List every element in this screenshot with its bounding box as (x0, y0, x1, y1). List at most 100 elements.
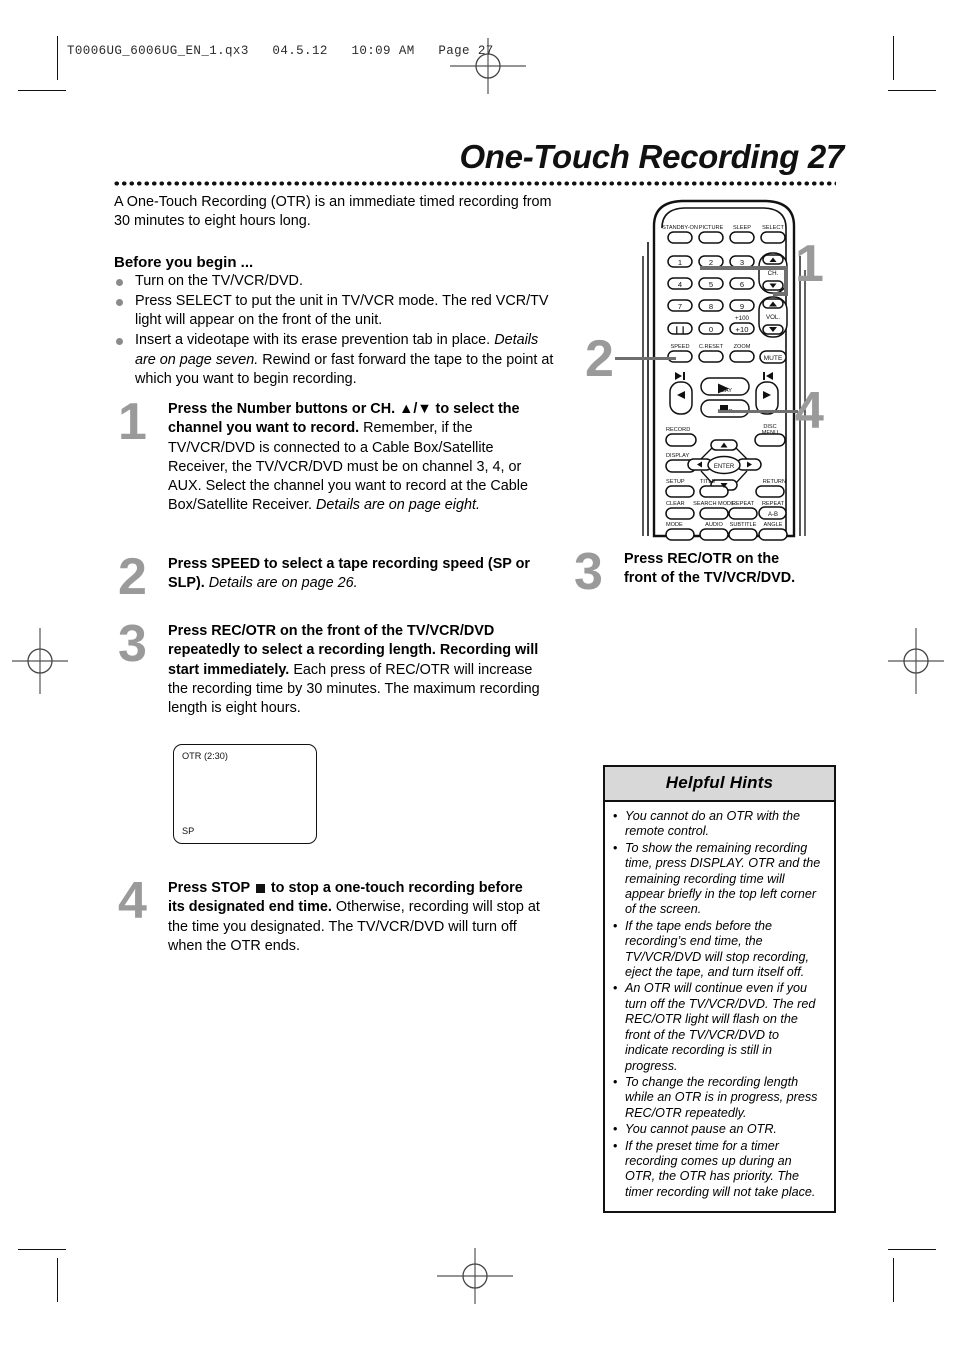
bullet-icon: • (613, 840, 618, 855)
svg-text:MUTE: MUTE (764, 355, 783, 362)
list-item-text: You cannot do an OTR with the remote con… (625, 809, 801, 839)
step-body2-italic: Details are on page eight. (315, 497, 480, 514)
list-item: • You cannot pause an OTR. (612, 1122, 825, 1137)
svg-text:A-B: A-B (768, 512, 778, 518)
svg-text:TITLE: TITLE (700, 479, 715, 485)
step-text: Press the Number buttons or CH. ▲/▼ to s… (168, 400, 540, 516)
svg-text:REPEAT: REPEAT (732, 501, 755, 507)
bullet-icon: • (613, 1122, 618, 1137)
svg-text:0: 0 (709, 325, 713, 334)
otr-screen-illustration: OTR (2:30) SP (173, 744, 317, 844)
svg-text:❙❙: ❙❙ (674, 325, 687, 334)
svg-text:ENTER: ENTER (714, 464, 735, 470)
step-3-right: 3 Press REC/OTR on the front of the TV/V… (574, 543, 814, 601)
svg-text:SETUP: SETUP (666, 479, 685, 485)
callout-2-leader (615, 357, 676, 360)
step-number: 2 (118, 548, 147, 606)
svg-text:+100: +100 (735, 315, 749, 322)
svg-text:SPEED: SPEED (671, 344, 690, 350)
svg-text:MODE: MODE (666, 522, 683, 528)
svg-text:C.RESET: C.RESET (699, 344, 724, 350)
bullet-icon: • (613, 1138, 618, 1153)
step-number: 3 (118, 615, 147, 673)
svg-text:PICTURE: PICTURE (699, 225, 724, 231)
page: T0006UG_6006UG_EN_1.qx3 04.5.12 10:09 AM… (0, 0, 954, 1351)
list-item-text: To show the remaining recording time, pr… (625, 840, 821, 917)
list-item: • If the tape ends before the recording’s… (612, 919, 825, 981)
stop-square-icon (255, 884, 265, 893)
bullet-icon (116, 278, 123, 286)
svg-text:1: 1 (678, 258, 682, 267)
crop-mark-top-left-v (57, 36, 59, 80)
step-text: Press STOP to stop a one-touch recording… (168, 879, 540, 956)
svg-text:ANGLE: ANGLE (764, 522, 783, 528)
svg-text:7: 7 (678, 302, 682, 311)
list-item-text: Press SELECT to put the unit in TV/VCR m… (135, 292, 549, 329)
step-number: 4 (118, 872, 147, 930)
bullet-icon (116, 298, 123, 306)
otr-time-label: OTR (2:30) (182, 751, 228, 761)
svg-text:RETURN: RETURN (763, 479, 786, 485)
svg-text:DISPLAY: DISPLAY (666, 453, 689, 459)
crop-mark-bottom-right-v (893, 1258, 895, 1302)
step-2: 2 Press SPEED to select a tape recording… (118, 548, 540, 606)
list-item-text: To change the recording length while an … (625, 1074, 818, 1120)
svg-text:VOL.: VOL. (766, 314, 780, 321)
list-item-text: If the preset time for a timer recording… (625, 1138, 816, 1199)
svg-text:STANDBY-ON: STANDBY-ON (662, 225, 698, 231)
print-header: T0006UG_6006UG_EN_1.qx3 04.5.12 10:09 AM… (67, 44, 494, 58)
helpful-hints-list: • You cannot do an OTR with the remote co… (612, 809, 825, 1200)
otr-speed-label: SP (182, 826, 195, 836)
before-you-begin-heading: Before you begin ... (114, 253, 254, 271)
helpful-hints-box: Helpful Hints • You cannot do an OTR with… (603, 765, 836, 1214)
list-item: Press SELECT to put the unit in TV/VCR m… (114, 292, 554, 331)
list-item: Turn on the TV/VCR/DVD. (114, 272, 554, 291)
svg-text:MENU: MENU (762, 430, 778, 436)
step-lead-italic: Details are on page 26. (208, 575, 358, 592)
callout-2: 2 (585, 330, 614, 388)
title-dotted-rule (113, 180, 836, 187)
svg-text:PLAY: PLAY (718, 388, 732, 394)
crop-mark-top-right-h (888, 90, 936, 92)
list-item-text: If the tape ends before the recording’s … (625, 918, 810, 980)
page-title: One-Touch Recording 27 (459, 138, 844, 175)
bullet-icon: • (613, 809, 618, 823)
svg-text:RECORD: RECORD (666, 427, 690, 433)
svg-text:4: 4 (678, 280, 682, 289)
step-3: 3 Press REC/OTR on the front of the TV/V… (118, 615, 540, 718)
svg-text:CLEAR: CLEAR (666, 501, 685, 507)
step-text: Press SPEED to select a tape recording s… (168, 555, 540, 599)
step-lead-a: Press STOP (168, 880, 254, 896)
list-item-text: An OTR will continue even if you turn of… (625, 981, 816, 1073)
helpful-hints-body: • You cannot do an OTR with the remote co… (605, 802, 834, 1211)
list-item-text: Turn on the TV/VCR/DVD. (135, 272, 303, 289)
list-item: • You cannot do an OTR with the remote co… (612, 809, 825, 840)
callout-4-leader (718, 410, 798, 413)
svg-text:AUDIO: AUDIO (705, 522, 723, 528)
crop-mark-top-left-h (18, 90, 66, 92)
list-item: • To change the recording length while an… (612, 1075, 825, 1121)
svg-text:ZOOM: ZOOM (734, 344, 751, 350)
registration-mark-left (12, 628, 68, 694)
crop-mark-top-right-v (893, 36, 895, 80)
step-1: 1 Press the Number buttons or CH. ▲/▼ to… (118, 393, 540, 516)
step-text: Press REC/OTR on the front of the TV/VCR… (168, 622, 540, 718)
svg-text:REPEAT: REPEAT (762, 501, 785, 507)
helpful-hints-title: Helpful Hints (605, 767, 834, 802)
registration-mark-right (888, 628, 944, 694)
intro-paragraph: A One-Touch Recording (OTR) is an immedi… (114, 194, 552, 230)
svg-text:SELECT: SELECT (762, 225, 784, 231)
registration-mark-bottom (437, 1248, 513, 1304)
list-item: • If the preset time for a timer recordin… (612, 1139, 825, 1201)
bullet-icon: • (613, 1074, 618, 1089)
bullet-icon (116, 338, 123, 346)
svg-text:SLEEP: SLEEP (733, 225, 751, 231)
step-number: 1 (118, 393, 147, 451)
callout-4: 4 (795, 382, 824, 440)
bullet-icon: • (613, 918, 618, 933)
list-item: • To show the remaining recording time, p… (612, 841, 825, 918)
step-number: 3 (574, 543, 603, 601)
svg-text:+10: +10 (736, 325, 749, 334)
list-item-text: You cannot pause an OTR. (625, 1122, 777, 1137)
crop-mark-bottom-left-v (57, 1258, 59, 1302)
